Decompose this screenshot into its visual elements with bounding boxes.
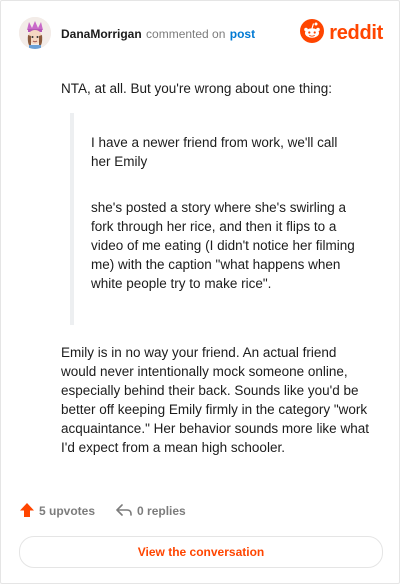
reply-icon	[115, 502, 133, 521]
view-conversation-button[interactable]: View the conversation	[19, 536, 383, 568]
reddit-wordmark: reddit	[329, 21, 383, 44]
avatar[interactable]	[19, 17, 51, 49]
blockquote: I have a newer friend from work, we'll c…	[70, 113, 362, 325]
upvotes-count: 5 upvotes	[39, 504, 96, 518]
quote-paragraph-2: she's posted a story where she's swirlin…	[91, 200, 355, 291]
intro-paragraph: NTA, at all. But you're wrong about one …	[61, 81, 332, 96]
comment-meta: DanaMorrigan commented on post	[61, 27, 255, 41]
username-link[interactable]: DanaMorrigan	[61, 27, 142, 41]
comment-header: DanaMorrigan commented on post reddit	[19, 17, 383, 51]
comment-actions: 5 upvotes 0 replies	[19, 501, 186, 521]
replies-count: 0 replies	[137, 504, 186, 518]
post-link[interactable]: post	[230, 27, 255, 41]
quote-paragraph-1: I have a newer friend from work, we'll c…	[91, 135, 338, 169]
replies-button[interactable]: 0 replies	[115, 502, 186, 521]
action-text: commented on	[146, 27, 226, 41]
reddit-brand[interactable]: reddit	[300, 18, 383, 48]
reddit-logo-icon	[300, 18, 325, 48]
comment-intro: NTA, at all. But you're wrong about one …	[61, 79, 371, 98]
upvote-button[interactable]: 5 upvotes	[19, 502, 95, 521]
comment-embed-card: DanaMorrigan commented on post reddit NT…	[0, 0, 400, 584]
comment-body-paragraph: Emily is in no way your friend. An actua…	[61, 345, 369, 455]
upvote-arrow-icon	[19, 502, 35, 521]
